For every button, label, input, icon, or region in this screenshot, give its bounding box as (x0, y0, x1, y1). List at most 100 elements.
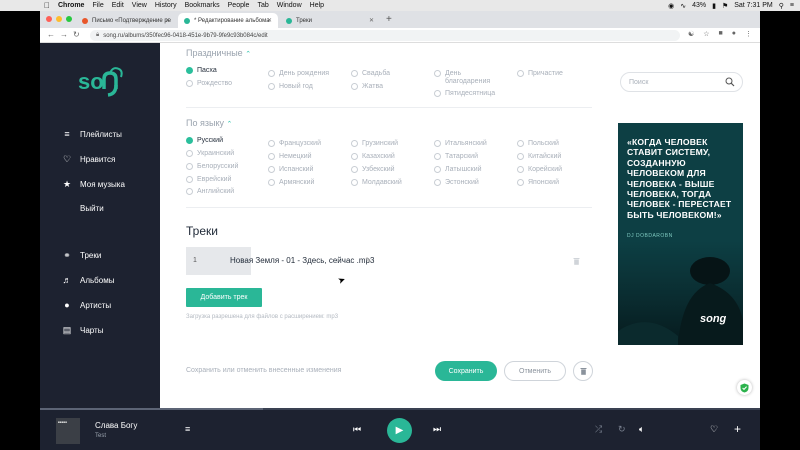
cancel-button[interactable]: Отменить (504, 361, 566, 381)
language-option[interactable]: Украинский (186, 150, 234, 158)
repeat-icon[interactable]: ↻ (618, 424, 626, 435)
language-option[interactable]: Испанский (268, 166, 313, 174)
menu-view[interactable]: View (132, 2, 147, 9)
language-option[interactable]: Немецкий (268, 153, 312, 161)
spotlight-icon[interactable]: ⚲ (779, 2, 784, 10)
close-tab-icon[interactable]: ✕ (267, 17, 272, 24)
language-option[interactable]: Японский (517, 179, 559, 187)
kebab-menu-icon[interactable]: ⋮ (745, 30, 752, 38)
tab-tracks[interactable]: Треки ✕ (280, 13, 380, 28)
holiday-option[interactable]: Свадьба (351, 70, 390, 78)
album-cover[interactable]: ■■■■■ (56, 418, 80, 444)
add-track-button[interactable]: Добавить трек (186, 288, 262, 307)
minimize-window-icon[interactable] (56, 16, 62, 22)
song-logo-icon[interactable]: so (77, 65, 125, 97)
holiday-option[interactable]: Новый год (268, 83, 313, 91)
language-option[interactable]: Молдавский (351, 179, 402, 187)
wifi-icon[interactable]: ∿ (680, 2, 686, 10)
url-field[interactable]: 🔒︎ song.ru/albums/350fec96-0418-451e-9b7… (90, 30, 680, 41)
language-option[interactable]: Итальянский (434, 140, 487, 148)
menu-history[interactable]: History (155, 2, 177, 9)
menu-people[interactable]: People (228, 2, 250, 9)
maximize-window-icon[interactable] (66, 16, 72, 22)
menu-tab[interactable]: Tab (257, 2, 268, 9)
language-option[interactable]: Французский (268, 140, 321, 148)
edit-pencil-icon[interactable]: ✎ (365, 256, 372, 265)
holiday-option[interactable]: Причастие (517, 70, 563, 78)
sidebar-item-tracks[interactable]: ⚭ Треки (62, 250, 101, 261)
previous-track-icon[interactable]: ⏮︎ (353, 424, 361, 435)
holiday-option[interactable]: День рождения (268, 70, 329, 78)
language-option[interactable]: Польский (517, 140, 559, 148)
next-track-icon[interactable]: ⏭︎ (433, 424, 441, 435)
holiday-option[interactable]: Пятидесятница (434, 90, 495, 98)
language-option[interactable]: Армянский (268, 179, 314, 187)
menu-bookmarks[interactable]: Bookmarks (185, 2, 220, 9)
menu-help[interactable]: Help (310, 2, 324, 9)
sidebar-item-artists[interactable]: ● Артисты (62, 300, 111, 310)
menu-list-icon[interactable]: ≡ (790, 2, 794, 9)
holiday-option[interactable]: Жатва (351, 83, 383, 91)
play-button[interactable]: ▶︎ (387, 418, 412, 443)
delete-album-button[interactable] (573, 361, 593, 381)
profile-icon[interactable]: ● (732, 30, 736, 38)
language-option[interactable]: Узбекский (351, 166, 395, 174)
close-tab-icon[interactable]: ✕ (165, 17, 170, 24)
new-tab-button[interactable]: + (386, 14, 392, 25)
security-badge[interactable] (737, 380, 752, 395)
language-option[interactable]: Китайский (517, 153, 561, 161)
trash-icon[interactable] (573, 257, 580, 265)
language-option[interactable]: Корейский (517, 166, 562, 174)
apple-icon[interactable]:  (44, 1, 50, 10)
close-window-icon[interactable] (46, 16, 52, 22)
holiday-option[interactable]: Рождество (186, 80, 232, 88)
extension-icon[interactable]: ■ (719, 30, 723, 38)
bookmark-star-icon[interactable]: ☆ (703, 30, 709, 38)
menu-window[interactable]: Window (277, 2, 302, 9)
search-icon[interactable] (725, 77, 735, 87)
flag-icon[interactable]: ⚑ (722, 2, 728, 10)
track-row[interactable]: 1 Новая Земля - 01 - Здесь, сейчас .mp3 … (186, 247, 581, 275)
language-option[interactable]: Латышский (434, 166, 482, 174)
sidebar-item-playlists[interactable]: ≡ Плейлисты (62, 129, 122, 139)
queue-list-icon[interactable]: ≡ (185, 424, 190, 434)
language-option[interactable]: Еврейский (186, 176, 231, 184)
progress-bar[interactable] (40, 408, 760, 410)
tab-mail[interactable]: Письмо «Подтверждение ре ✕ (76, 13, 176, 28)
volume-icon[interactable]: 🔈︎ (639, 424, 644, 435)
shuffle-icon[interactable]: ⤮ (595, 424, 602, 435)
close-tab-icon[interactable]: ✕ (369, 17, 374, 24)
language-option[interactable]: Татарский (434, 153, 478, 161)
sidebar-item-logout[interactable]: Выйти (62, 204, 104, 213)
like-heart-icon[interactable]: ♡ (710, 424, 718, 435)
language-heading[interactable]: По языку ⌃ (186, 118, 232, 128)
menu-edit[interactable]: Edit (112, 2, 124, 9)
language-option[interactable]: Казахский (351, 153, 395, 161)
holidays-heading[interactable]: Праздничные ⌃ (186, 48, 251, 58)
language-option[interactable]: Белорусский (186, 163, 238, 171)
sidebar-item-my-music[interactable]: ★ Моя музыка (62, 179, 125, 190)
forward-icon[interactable]: → (60, 30, 68, 39)
now-playing-title[interactable]: Слава Богу (95, 421, 137, 430)
search-input[interactable]: Поиск (620, 72, 743, 92)
menu-file[interactable]: File (92, 2, 103, 9)
translate-icon[interactable]: ☯ (688, 30, 694, 38)
record-icon[interactable]: ◉ (668, 2, 674, 10)
menu-app-name[interactable]: Chrome (58, 2, 84, 9)
back-icon[interactable]: ← (47, 30, 55, 39)
promo-banner[interactable]: «КОГДА ЧЕЛОВЕК СТАВИТ СИСТЕМУ, СОЗДАННУЮ… (618, 123, 743, 345)
battery-icon[interactable]: ▮ (712, 2, 716, 10)
save-button[interactable]: Сохранить (435, 361, 497, 381)
clock[interactable]: Sat 7:31 PM (734, 2, 773, 9)
holiday-option[interactable]: Пасха (186, 67, 217, 75)
language-option[interactable]: Эстонский (434, 179, 479, 187)
sidebar-item-albums[interactable]: ♬ Альбомы (62, 275, 115, 285)
reload-icon[interactable]: ↻ (73, 30, 80, 39)
language-option[interactable]: Русский (186, 137, 223, 145)
now-playing-artist[interactable]: Test (95, 433, 106, 439)
tab-edit-album[interactable]: * Редактирование альбома ✕ (178, 13, 278, 28)
add-icon[interactable]: + (734, 422, 741, 436)
language-option[interactable]: Грузинский (351, 140, 398, 148)
sidebar-item-charts[interactable]: ▤ Чарты (62, 325, 104, 336)
holiday-option[interactable]: День благодарения (434, 70, 508, 86)
